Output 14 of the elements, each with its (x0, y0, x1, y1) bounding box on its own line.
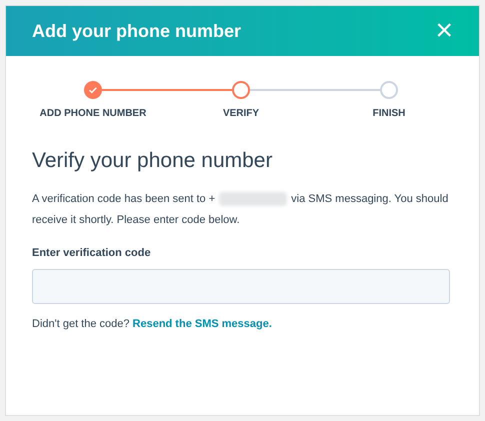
step-label: VERIFY (222, 107, 260, 121)
field-label: Enter verification code (32, 246, 152, 260)
message-text: via SMS messaging. You should (291, 192, 448, 206)
resend-prompt: Didn't get the code? (32, 317, 130, 332)
step-label: FINISH (372, 107, 406, 121)
redacted-phone-number (219, 192, 288, 206)
message-text: receive it shortly. Please enter code below. (32, 214, 240, 226)
message-text: A verification code has been sent to + (32, 192, 216, 206)
page-heading: Verify your phone number (32, 148, 274, 174)
close-button[interactable]: × (435, 16, 453, 46)
resend-link[interactable]: Resend the SMS message. (132, 316, 272, 332)
step-label: ADD PHONE NUMBER (40, 107, 146, 121)
dialog-title: Add your phone number (32, 20, 241, 43)
verification-code-field[interactable] (32, 269, 450, 304)
